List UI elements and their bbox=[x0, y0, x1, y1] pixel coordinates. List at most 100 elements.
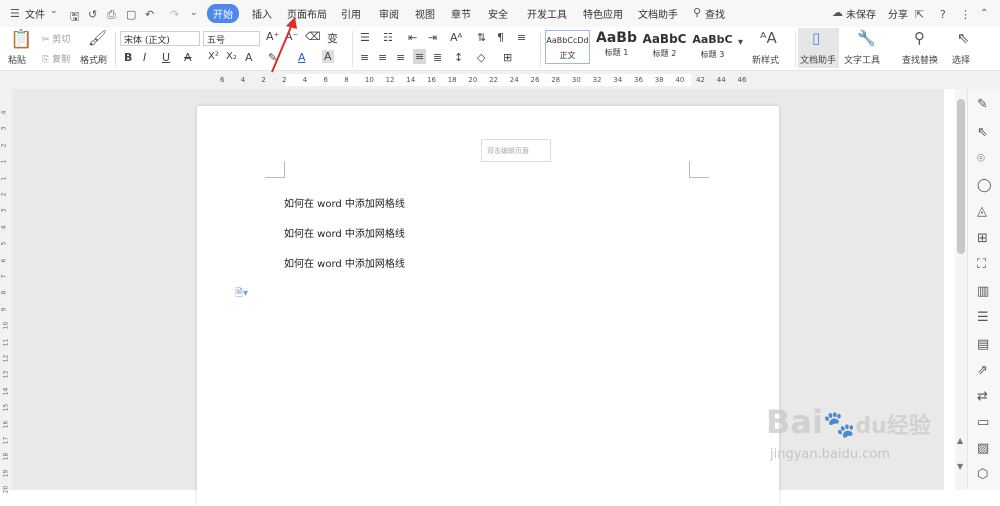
underline-icon[interactable]: U bbox=[162, 51, 170, 64]
font-color-icon[interactable]: A bbox=[298, 51, 306, 64]
shield-icon[interactable]: ⬡ bbox=[977, 467, 988, 482]
horizontal-ruler[interactable]: 6 4 2 2 4 6 8 10 12 14 16 18 20 22 24 26 28 30 32 34 36 38 40 4… bbox=[0, 71, 1000, 89]
align-left-icon[interactable]: ≡ bbox=[360, 51, 369, 64]
text-tools-label[interactable]: 文字工具 bbox=[844, 53, 880, 66]
paragraph-mark-icon[interactable]: ¶ bbox=[497, 31, 504, 44]
fill-icon[interactable]: ◬ bbox=[977, 204, 987, 219]
chart-icon[interactable]: ▥ bbox=[977, 284, 989, 299]
file-menu[interactable]: 文件 bbox=[25, 6, 45, 21]
align-center-icon[interactable]: ≡ bbox=[378, 51, 387, 64]
style-heading-2[interactable]: AaBbC 标题 2 bbox=[642, 30, 687, 64]
cut-button[interactable]: ✂ 剪切 bbox=[42, 32, 70, 45]
paragraph-options-icon[interactable]: 🗎▾ bbox=[235, 286, 248, 303]
location-icon[interactable]: ⌾ bbox=[977, 151, 985, 166]
format-painter-icon[interactable]: 🖌 bbox=[88, 29, 107, 47]
undo-icon[interactable]: ↶ bbox=[145, 8, 154, 21]
tab-doc-assistant[interactable]: 文档助手 bbox=[638, 6, 678, 21]
save-icon[interactable]: 🖫 bbox=[70, 8, 79, 27]
tab-references[interactable]: 引用 bbox=[341, 6, 361, 21]
search-icon[interactable]: ⚲ bbox=[693, 6, 701, 19]
justify-icon[interactable]: ≡ bbox=[413, 49, 427, 64]
select-cursor-icon[interactable]: ⇖ bbox=[957, 29, 970, 47]
borders-icon[interactable]: ⊞ bbox=[503, 51, 512, 64]
pinyin-icon[interactable]: 变 bbox=[327, 30, 338, 46]
cursor-icon[interactable]: ⇖ bbox=[977, 125, 988, 140]
decrease-indent-icon[interactable]: ⇤ bbox=[408, 31, 417, 44]
numbering-icon[interactable]: ☷ bbox=[383, 31, 393, 44]
chevron-down-icon[interactable]: ⌄ bbox=[50, 6, 58, 16]
new-style-icon[interactable]: ᴬA bbox=[760, 29, 777, 47]
increase-indent-icon[interactable]: ⇥ bbox=[428, 31, 437, 44]
clear-format-icon[interactable]: ⌫ bbox=[305, 30, 321, 43]
styles-scroll-icon[interactable]: ▾ bbox=[738, 37, 743, 48]
subscript-icon[interactable]: X₂ bbox=[226, 51, 237, 62]
strikethrough-icon[interactable]: A bbox=[184, 51, 192, 64]
search-label[interactable]: 查找 bbox=[705, 6, 725, 21]
paste-label[interactable]: 粘贴 bbox=[8, 53, 26, 66]
paragraph-line[interactable]: 如何在 word 中添加网格线 bbox=[284, 255, 405, 270]
select-label[interactable]: 选择 bbox=[952, 53, 970, 66]
tab-chapter[interactable]: 章节 bbox=[451, 6, 471, 21]
shapes-icon[interactable]: ◯ bbox=[977, 178, 992, 193]
tab-home[interactable]: 开始 bbox=[207, 4, 239, 23]
paragraph-line[interactable]: 如何在 word 中添加网格线 bbox=[284, 225, 405, 240]
style-normal[interactable]: AaBbCcDd 正文 bbox=[545, 30, 590, 64]
paste-icon[interactable]: 📋 bbox=[10, 29, 32, 50]
undo-history-icon[interactable]: ↺ bbox=[88, 8, 97, 21]
sort-icon[interactable]: ⇅ bbox=[477, 31, 486, 44]
share-out-icon[interactable]: ⇗ bbox=[977, 363, 988, 378]
para-settings-icon[interactable]: ≡ bbox=[517, 31, 526, 44]
tab-special-apps[interactable]: 特色应用 bbox=[583, 6, 623, 21]
style-heading-1[interactable]: AaBb 标题 1 bbox=[593, 30, 640, 64]
distribute-icon[interactable]: ≣ bbox=[433, 51, 442, 64]
menu-icon[interactable]: ☰ bbox=[10, 7, 20, 20]
line-spacing-icon[interactable]: ↕ bbox=[454, 51, 463, 64]
char-shading-icon[interactable]: A bbox=[322, 50, 334, 63]
doc-assistant-button[interactable]: ▯ 文档助手 bbox=[798, 28, 839, 68]
scrollbar-thumb[interactable] bbox=[957, 99, 965, 254]
expand-icon[interactable]: ⛶ bbox=[977, 257, 986, 272]
preview-icon[interactable]: ▢ bbox=[126, 8, 136, 21]
style-heading-3[interactable]: AaBbC 标题 3 bbox=[689, 30, 736, 64]
unsaved-status[interactable]: 未保存 bbox=[846, 6, 876, 21]
find-replace-label[interactable]: 查找替换 bbox=[902, 53, 938, 66]
text-direction-icon[interactable]: Aᴬ bbox=[450, 31, 462, 44]
redo-icon[interactable]: ↷ bbox=[170, 8, 179, 21]
box-icon[interactable]: ▭ bbox=[977, 415, 989, 430]
cloud-icon[interactable]: ☁ bbox=[832, 6, 843, 19]
text-effects-icon[interactable]: A bbox=[245, 51, 253, 64]
font-size-select[interactable]: 五号 bbox=[203, 31, 260, 46]
bullets-icon[interactable]: ☰ bbox=[360, 31, 370, 44]
tab-view[interactable]: 视图 bbox=[415, 6, 435, 21]
copy-button[interactable]: ⎘ 复制 bbox=[42, 52, 70, 65]
document-icon[interactable]: ▤ bbox=[977, 337, 989, 352]
document-page[interactable]: 双击编辑页眉 如何在 word 中添加网格线 如何在 word 中添加网格线 如… bbox=[197, 106, 779, 506]
table-icon[interactable]: ⊞ bbox=[977, 231, 988, 246]
italic-icon[interactable]: I bbox=[143, 51, 146, 64]
customize-icon[interactable]: ⌄ bbox=[190, 8, 198, 18]
print-icon[interactable]: ⎙ bbox=[107, 8, 116, 22]
chevron-up-icon[interactable]: ⌃ bbox=[980, 8, 988, 19]
bold-icon[interactable]: B bbox=[124, 51, 132, 64]
scroll-up-icon[interactable]: ▲ bbox=[957, 436, 963, 445]
align-right-icon[interactable]: ≡ bbox=[396, 51, 405, 64]
new-style-label[interactable]: 新样式 bbox=[752, 53, 779, 66]
settings-sliders-icon[interactable]: ☰ bbox=[977, 310, 989, 325]
share-button[interactable]: 分享 bbox=[888, 6, 908, 21]
paragraph-line[interactable]: 如何在 word 中添加网格线 bbox=[284, 195, 405, 210]
image-icon[interactable]: ▨ bbox=[977, 441, 989, 456]
shading-icon[interactable]: ◇ bbox=[477, 51, 485, 64]
wrench-icon[interactable]: 🔧 bbox=[857, 29, 876, 47]
tab-review[interactable]: 审阅 bbox=[379, 6, 399, 21]
pen-icon[interactable]: ✎ bbox=[977, 97, 988, 112]
find-icon[interactable]: ⚲ bbox=[914, 29, 925, 47]
format-painter-label[interactable]: 格式刷 bbox=[80, 53, 107, 66]
translate-icon[interactable]: ⇄ bbox=[977, 389, 988, 404]
more-icon[interactable]: ⋮ bbox=[960, 8, 971, 21]
help-icon[interactable]: ? bbox=[940, 8, 946, 21]
superscript-icon[interactable]: X² bbox=[208, 51, 219, 62]
tab-security[interactable]: 安全 bbox=[488, 6, 508, 21]
font-name-select[interactable]: 宋体 (正文) bbox=[120, 31, 200, 46]
header-hint[interactable]: 双击编辑页眉 bbox=[481, 139, 551, 162]
vertical-ruler[interactable]: 4 3 2 1 1 2 3 4 5 6 7 8 9 10 11 12 13 14 15 16 17 18 19 20 bbox=[0, 89, 12, 494]
